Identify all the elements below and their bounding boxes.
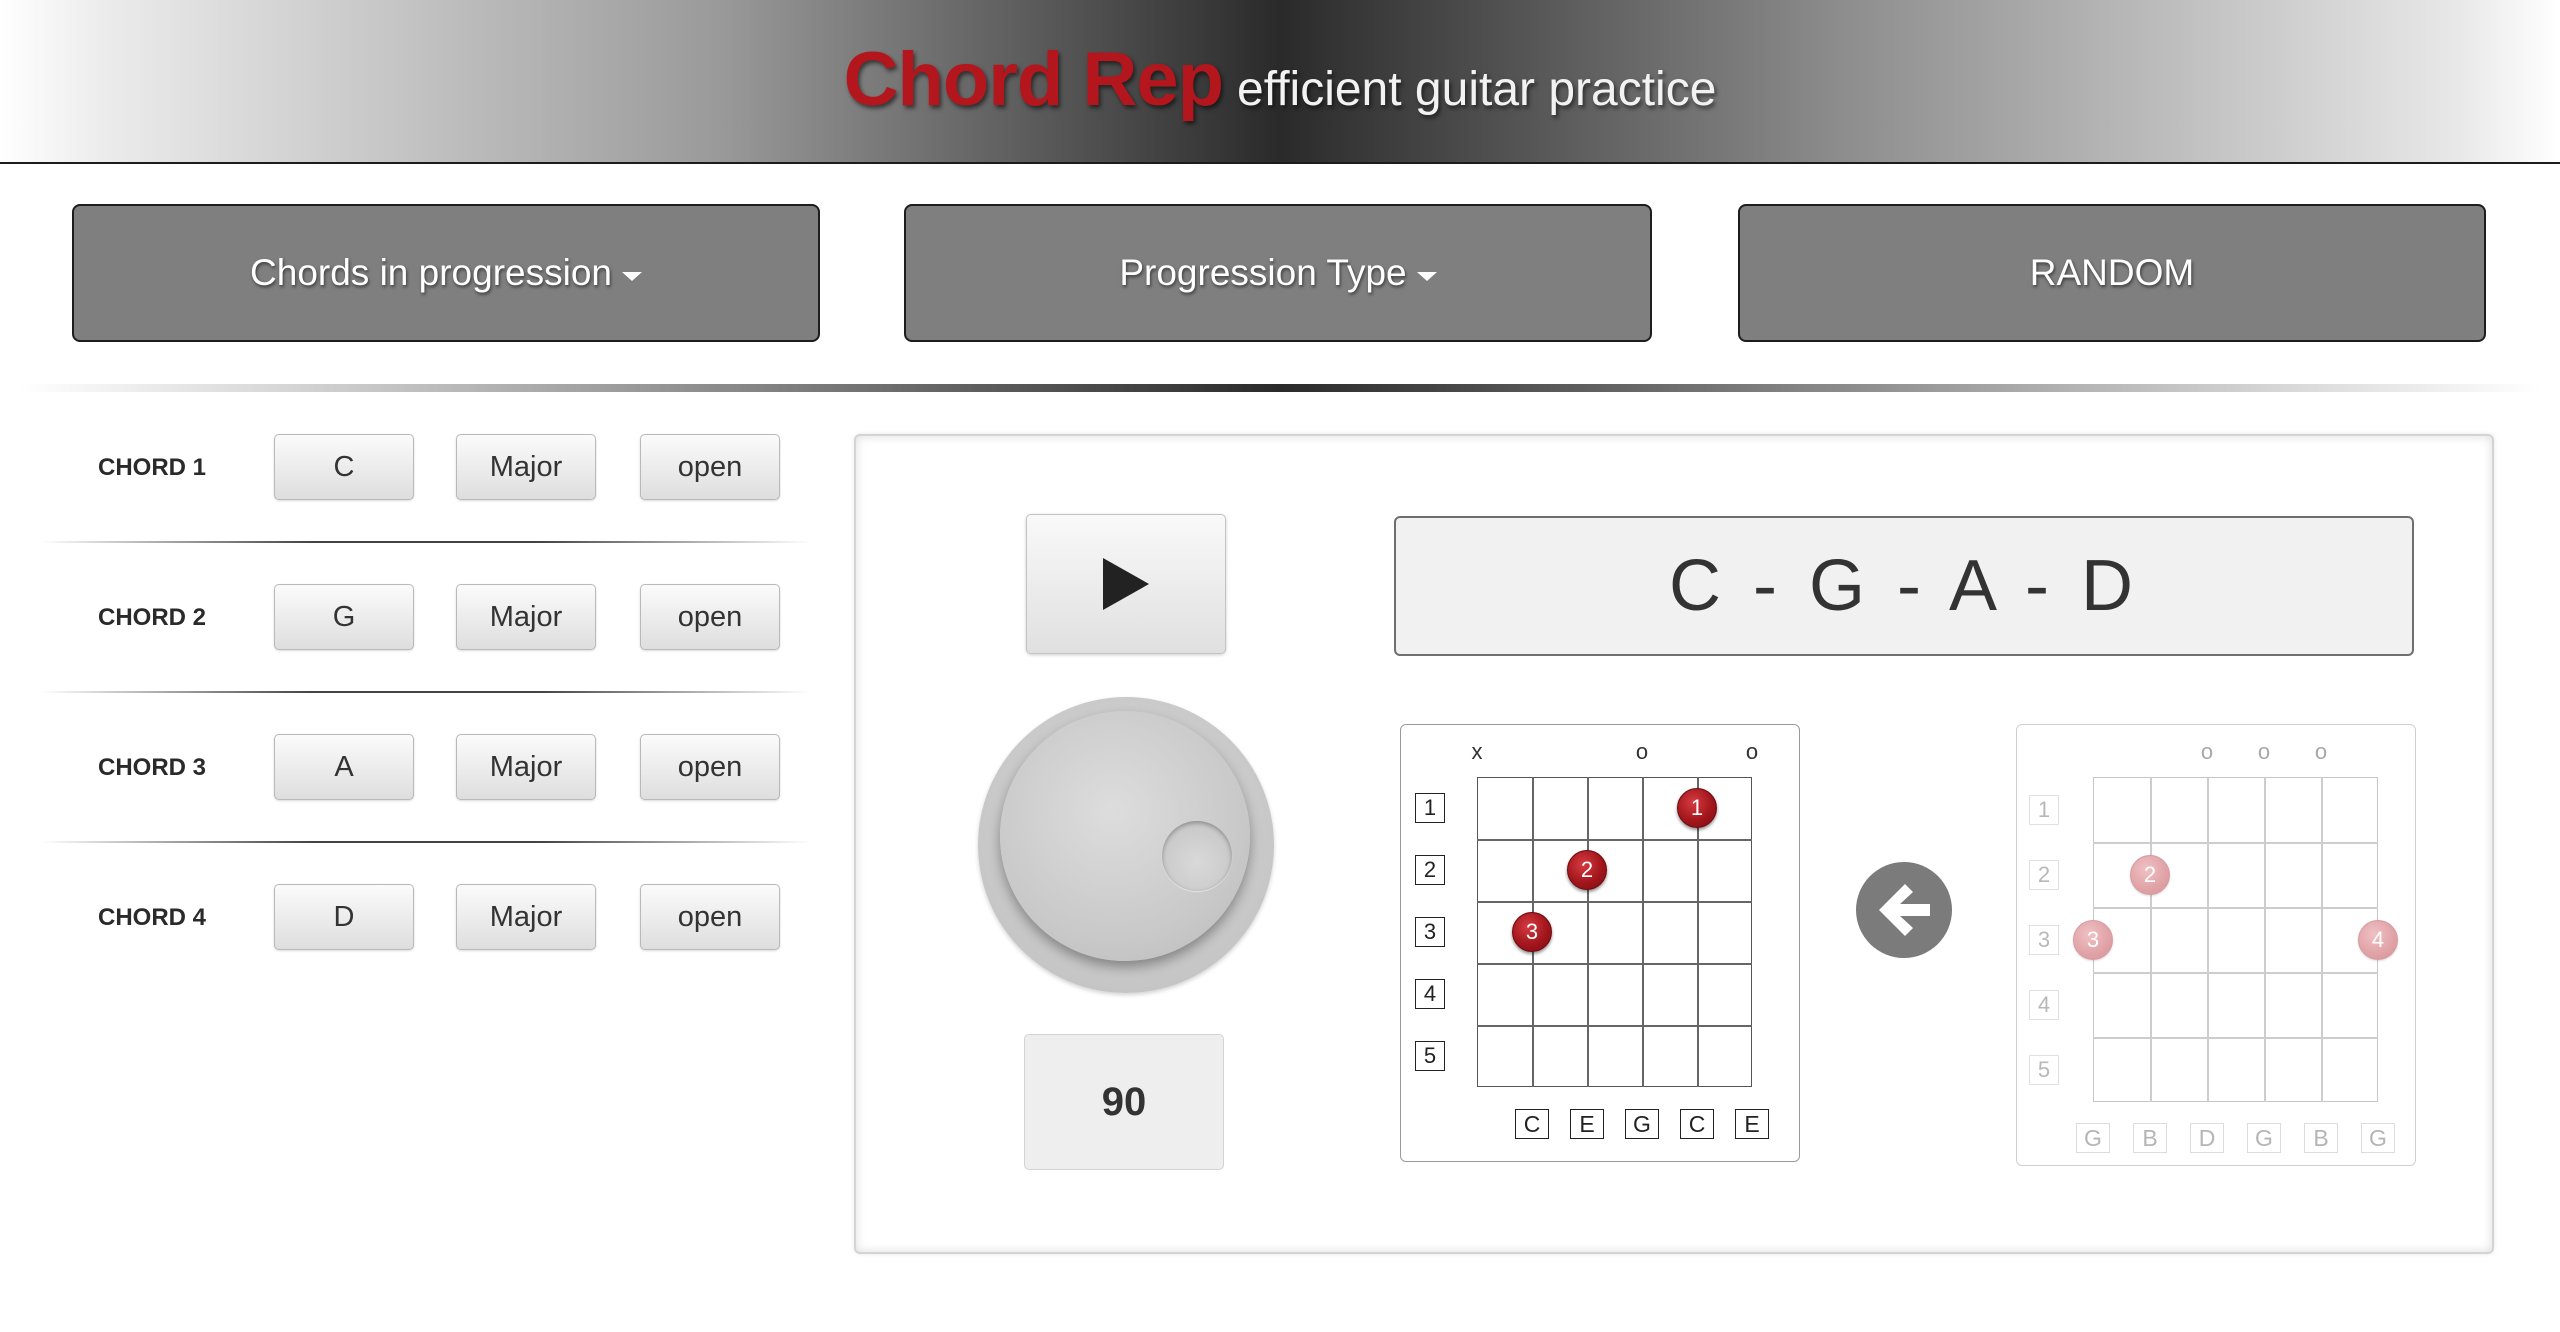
- note-label: G: [2076, 1123, 2110, 1153]
- finger-marker: 3: [2073, 919, 2113, 960]
- string-line: [1642, 777, 1644, 1087]
- chord-root-select[interactable]: C: [274, 434, 414, 500]
- note-label: G: [2247, 1123, 2281, 1153]
- chord-row-2: CHORD 2 G Major open: [40, 584, 810, 734]
- chord-quality-select[interactable]: Major: [456, 884, 596, 950]
- note-label: G: [2361, 1123, 2395, 1153]
- string-line: [2264, 777, 2266, 1102]
- app-header: Chord Rep efficient guitar practice: [0, 0, 2560, 164]
- fret-line: [2093, 1037, 2378, 1039]
- string-mark: o: [1635, 739, 1649, 764]
- finger-marker: 4: [2358, 919, 2398, 960]
- fret-number: 3: [2029, 924, 2059, 955]
- play-button[interactable]: [1026, 514, 1226, 654]
- fret-number: 2: [2029, 859, 2059, 890]
- string-mark: o: [2314, 739, 2328, 764]
- note-label: B: [2304, 1123, 2338, 1153]
- string-line: [2150, 777, 2152, 1102]
- note-label: B: [2133, 1123, 2167, 1153]
- row-divider: [40, 691, 810, 693]
- note-label: C: [1680, 1109, 1714, 1139]
- random-button[interactable]: RANDOM: [1738, 204, 2486, 342]
- tagline: efficient guitar practice: [1237, 63, 1717, 116]
- fret-line: [1477, 963, 1752, 965]
- tempo-knob-indicator: [1162, 821, 1232, 891]
- fret-number: 2: [1415, 855, 1445, 885]
- fretboard-grid: [2093, 777, 2378, 1102]
- row-divider: [40, 841, 810, 843]
- chord-quality-select[interactable]: Major: [456, 734, 596, 800]
- chord-voicing-select[interactable]: open: [640, 584, 780, 650]
- previous-chord-button[interactable]: [1856, 862, 1952, 958]
- progression-type-dropdown[interactable]: Progression Type: [904, 204, 1652, 342]
- fret-line: [1477, 901, 1752, 903]
- note-label: G: [1625, 1109, 1659, 1139]
- chord-quality-select[interactable]: Major: [456, 584, 596, 650]
- chord-row-3: CHORD 3 A Major open: [40, 734, 810, 884]
- play-icon: [1103, 558, 1149, 610]
- dropdown-label: Progression Type: [1119, 252, 1407, 293]
- fret-line: [2093, 842, 2378, 844]
- tempo-value: 90: [1024, 1034, 1224, 1170]
- string-mark: o: [1745, 739, 1759, 764]
- chord-voicing-select[interactable]: open: [640, 884, 780, 950]
- fret-number: 5: [1415, 1041, 1445, 1071]
- fret-line: [2093, 907, 2378, 909]
- chord-label: CHORD 1: [98, 454, 207, 481]
- finger-marker: 3: [1512, 912, 1552, 952]
- string-line: [2207, 777, 2209, 1102]
- string-mark: x: [1471, 739, 1483, 764]
- chord-quality-select[interactable]: Major: [456, 434, 596, 500]
- header-title: Chord Rep efficient guitar practice: [0, 36, 2560, 123]
- fret-number: 4: [1415, 979, 1445, 1009]
- note-label: D: [2190, 1123, 2224, 1153]
- next-chord-diagram: 12345ooo234GBDGBG: [2016, 724, 2416, 1166]
- arrow-left-icon: [1879, 884, 1930, 936]
- caret-down-icon: [1416, 271, 1437, 281]
- chord-root-select[interactable]: G: [274, 584, 414, 650]
- fret-number: 5: [2029, 1054, 2059, 1085]
- fret-number: 1: [1415, 793, 1445, 823]
- finger-marker: 2: [1567, 850, 1607, 890]
- finger-marker: 1: [1677, 788, 1717, 828]
- tempo-knob[interactable]: [978, 697, 1274, 993]
- string-line: [2321, 777, 2323, 1102]
- note-label: C: [1515, 1109, 1549, 1139]
- caret-down-icon: [621, 271, 642, 281]
- fret-line: [1477, 839, 1752, 841]
- chord-voicing-select[interactable]: open: [640, 734, 780, 800]
- string-line: [1587, 777, 1589, 1087]
- random-label: RANDOM: [2029, 252, 2195, 293]
- chord-label: CHORD 2: [98, 604, 207, 631]
- brand-logo[interactable]: Chord Rep: [844, 37, 1224, 122]
- fret-line: [1477, 1025, 1752, 1027]
- chords-in-progression-dropdown[interactable]: Chords in progression: [72, 204, 820, 342]
- fret-number: 1: [2029, 794, 2059, 825]
- finger-marker: 2: [2130, 854, 2170, 895]
- string-mark: o: [2257, 739, 2271, 764]
- fret-number: 3: [1415, 917, 1445, 947]
- note-label: E: [1570, 1109, 1604, 1139]
- dropdown-label: Chords in progression: [250, 252, 612, 293]
- note-label: E: [1735, 1109, 1769, 1139]
- chord-root-select[interactable]: A: [274, 734, 414, 800]
- chord-row-4: CHORD 4 D Major open: [40, 884, 810, 1034]
- chord-root-select[interactable]: D: [274, 884, 414, 950]
- fret-number: 4: [2029, 989, 2059, 1020]
- row-divider: [40, 541, 810, 543]
- chord-voicing-select[interactable]: open: [640, 434, 780, 500]
- chord-label: CHORD 4: [98, 904, 207, 931]
- fret-line: [2093, 972, 2378, 974]
- current-chord-diagram: 12345xoo123CEGCE: [1400, 724, 1800, 1162]
- chord-label: CHORD 3: [98, 754, 207, 781]
- section-divider: [20, 384, 2540, 392]
- chord-row-1: CHORD 1 C Major open: [40, 434, 810, 584]
- string-mark: o: [2200, 739, 2214, 764]
- tempo-knob-face: [1000, 711, 1250, 961]
- progression-display: C - G - A - D: [1394, 516, 2414, 656]
